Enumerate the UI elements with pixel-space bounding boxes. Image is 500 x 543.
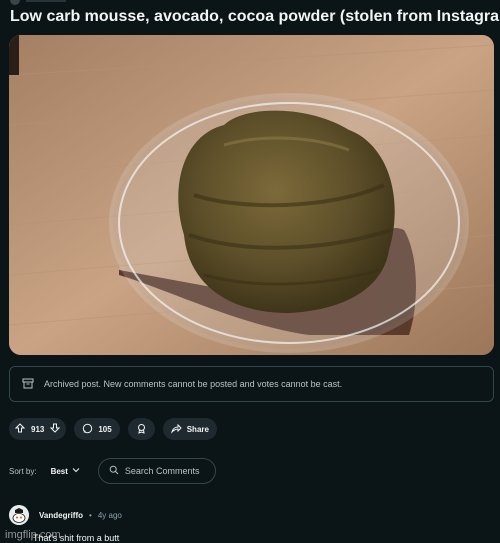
comment-search-input[interactable]: Search Comments — [97, 458, 216, 484]
avatar[interactable] — [9, 505, 29, 525]
chevron-down-icon — [72, 466, 80, 476]
vote-count: 913 — [31, 424, 45, 434]
archived-notice-text: Archived post. New comments cannot be po… — [44, 379, 343, 389]
post-image[interactable] — [9, 35, 494, 355]
subreddit-avatar[interactable] — [10, 0, 20, 5]
award-button[interactable] — [127, 418, 155, 440]
share-label: Share — [186, 424, 209, 434]
comment-icon — [82, 423, 93, 436]
share-icon — [170, 423, 182, 436]
post-action-bar: 913 105 Share — [9, 418, 217, 440]
watermark: imgflip.com — [5, 529, 61, 541]
comment-text: That's shit from a butt — [33, 533, 120, 543]
archived-notice: Archived post. New comments cannot be po… — [9, 366, 494, 402]
comment-username[interactable]: Vandegriffo — [39, 511, 83, 520]
comments-button[interactable]: 105 — [74, 418, 120, 440]
comment-age: 4y ago — [97, 510, 122, 520]
comment-header: Vandegriffo • 4y ago — [9, 505, 489, 525]
search-icon — [109, 465, 119, 477]
downvote-icon[interactable] — [50, 423, 61, 435]
post-title: Low carb mousse, avocado, cocoa powder (… — [10, 8, 500, 25]
upvote-icon[interactable] — [14, 423, 26, 435]
mousse-bowl-photo — [9, 35, 494, 355]
sort-label: Sort by: — [9, 466, 37, 476]
sort-dropdown[interactable]: Best — [47, 466, 84, 476]
archive-icon — [22, 377, 34, 391]
vote-control: 913 — [9, 418, 67, 440]
comment-count: 105 — [98, 424, 112, 434]
comment-item: Vandegriffo • 4y ago That's shit from a … — [9, 505, 489, 543]
share-button[interactable]: Share — [162, 418, 217, 440]
award-icon — [136, 423, 147, 436]
sort-selected: Best — [50, 466, 68, 476]
meta-separator: • — [89, 510, 92, 520]
reddit-post-page: Low carb mousse, avocado, cocoa powder (… — [0, 0, 500, 543]
search-placeholder: Search Comments — [124, 466, 200, 476]
subreddit-meta — [26, 0, 66, 2]
comment-sort-row: Sort by: Best Search Comments — [9, 458, 216, 484]
